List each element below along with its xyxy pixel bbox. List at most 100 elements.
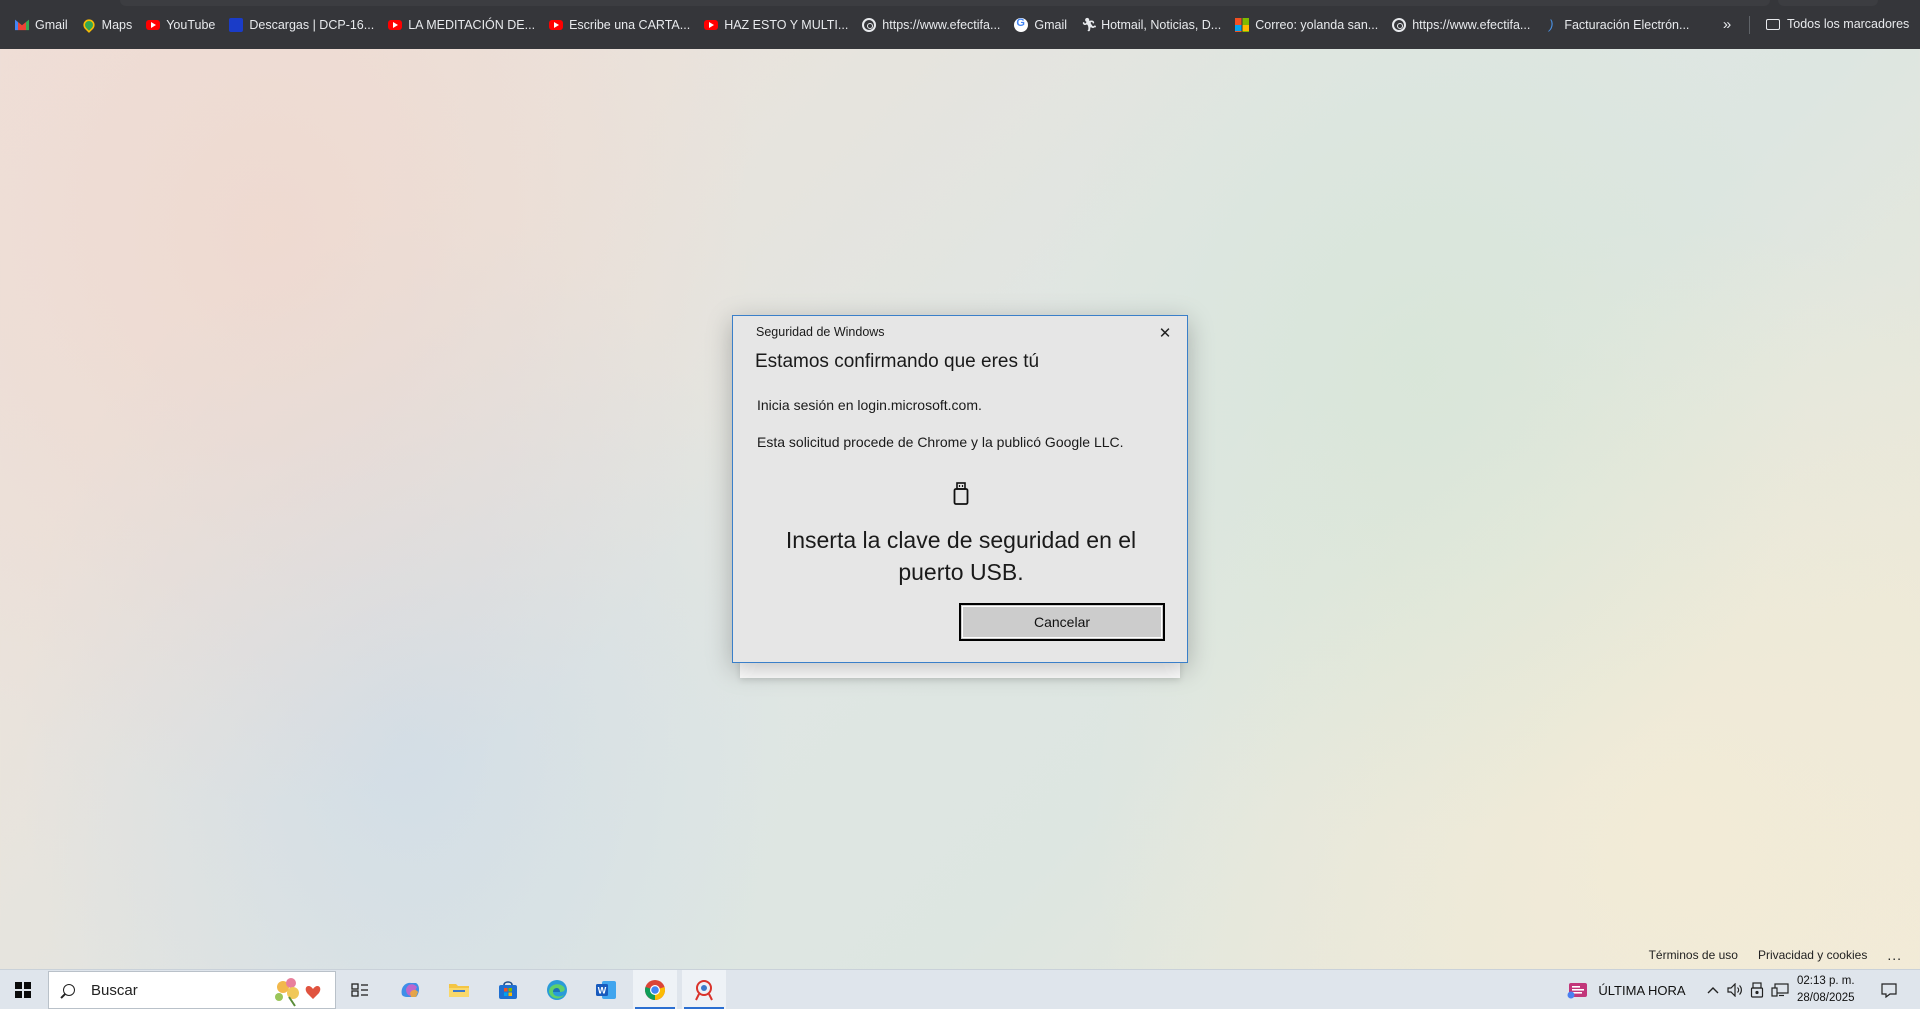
dialog-heading: Estamos confirmando que eres tú: [755, 351, 1040, 372]
bookmark-facturacion[interactable]: ) Facturación Electrón...: [1537, 11, 1696, 39]
bookmark-label: Facturación Electrón...: [1564, 17, 1690, 32]
google-icon: [1014, 17, 1029, 32]
bookmark-label: https://www.efectifa...: [882, 17, 1001, 32]
word-button[interactable]: W: [584, 970, 628, 1009]
bookmark-label: Hotmail, Noticias, D...: [1101, 17, 1222, 32]
security-key-app-button[interactable]: [682, 970, 726, 1009]
close-icon[interactable]: ✕: [1153, 321, 1177, 345]
folder-icon: [1766, 18, 1780, 30]
clock[interactable]: 02:13 p. m. 28/08/2025: [1797, 973, 1855, 1007]
bookmark-haz-esto[interactable]: HAZ ESTO Y MULTI...: [697, 11, 855, 39]
bookmark-youtube[interactable]: YouTube: [139, 11, 222, 39]
brother-icon: [229, 17, 244, 32]
bookmarks-bar: Gmail Maps YouTube Descargas | DCP-16...…: [0, 0, 1920, 49]
terms-link[interactable]: Términos de uso: [1649, 948, 1738, 962]
windows-icon: [15, 982, 31, 998]
security-app-icon: [695, 980, 713, 1001]
bookmarks-overflow-button[interactable]: »: [1713, 10, 1741, 38]
bookmark-label: YouTube: [166, 17, 216, 32]
news-label: ÚLTIMA HORA: [1598, 982, 1686, 998]
usb-device-button[interactable]: [1746, 970, 1768, 1009]
chrome-icon: [645, 980, 665, 1000]
privacy-link[interactable]: Privacidad y cookies: [1758, 948, 1867, 962]
task-view-icon: [351, 983, 368, 997]
bookmark-label: Descargas | DCP-16...: [249, 17, 375, 32]
svg-text:W: W: [598, 986, 607, 996]
bookmark-maps[interactable]: Maps: [75, 11, 140, 39]
chrome-button[interactable]: [633, 970, 677, 1009]
bookmark-label: Gmail: [35, 17, 68, 32]
bookmarks-separator: [1749, 16, 1750, 34]
copilot-icon: [401, 982, 419, 997]
notification-icon: [1881, 982, 1897, 998]
request-source-text: Esta solicitud procede de Chrome y la pu…: [757, 434, 1124, 450]
bookmark-correo[interactable]: Correo: yolanda san...: [1228, 11, 1385, 39]
usb-key-icon: [953, 482, 969, 505]
bookmark-gmail-google[interactable]: Gmail: [1007, 11, 1074, 39]
store-icon: [499, 981, 517, 999]
microsoft-icon: [1235, 17, 1250, 32]
edge-button[interactable]: [535, 970, 579, 1009]
dialog-title: Seguridad de Windows: [756, 325, 885, 339]
footer-links: Términos de uso Privacidad y cookies ...: [1649, 947, 1902, 963]
bookmark-label: Gmail: [1034, 17, 1068, 32]
copilot-button[interactable]: [388, 970, 432, 1009]
insert-key-instruction: Inserta la clave de seguridad en el puer…: [785, 527, 1137, 585]
bookmark-descargas[interactable]: Descargas | DCP-16...: [222, 11, 381, 39]
folder-icon: [449, 984, 469, 997]
search-icon: [63, 984, 75, 996]
tab-strip-edge-right: [1778, 0, 1878, 6]
microsoft-store-button[interactable]: [486, 970, 530, 1009]
maps-icon: [80, 16, 97, 33]
windows-security-dialog: Seguridad de Windows ✕ Estamos confirman…: [732, 315, 1188, 663]
bookmark-label: https://www.efectifa...: [1412, 17, 1531, 32]
msn-icon: 🏃︎: [1081, 16, 1098, 32]
bookmark-label: LA MEDITACIÓN DE...: [408, 17, 536, 32]
bookmarks-list: Gmail Maps YouTube Descargas | DCP-16...…: [0, 0, 1696, 49]
news-icon: [1567, 983, 1588, 999]
notifications-button[interactable]: [1874, 970, 1904, 1009]
word-icon: W: [596, 981, 616, 999]
bookmark-hotmail[interactable]: 🏃︎ Hotmail, Noticias, D...: [1074, 11, 1228, 39]
all-bookmarks-label: Todos los marcadores: [1787, 17, 1910, 31]
tab-strip-edge: [120, 0, 1770, 6]
bookmark-label: Escribe una CARTA...: [569, 17, 691, 32]
gmail-icon: [15, 19, 29, 31]
more-options-button[interactable]: ...: [1887, 947, 1902, 963]
cancel-button[interactable]: Cancelar: [959, 603, 1165, 641]
bookmark-efectifa-1[interactable]: https://www.efectifa...: [855, 11, 1007, 39]
bookmark-label: Correo: yolanda san...: [1255, 17, 1379, 32]
youtube-icon: [549, 19, 564, 30]
task-view-button[interactable]: [338, 970, 382, 1009]
bookmark-efectifa-2[interactable]: https://www.efectifa...: [1385, 11, 1537, 39]
news-widget[interactable]: ÚLTIMA HORA: [1556, 970, 1696, 1009]
youtube-icon: [146, 19, 161, 30]
speaker-icon: [1727, 983, 1742, 997]
bookmark-label: Maps: [101, 17, 133, 32]
efectifa-icon: [862, 17, 877, 32]
bookmark-gmail[interactable]: Gmail: [8, 11, 75, 39]
search-highlight-icon: [275, 978, 321, 1007]
edge-icon: [547, 980, 567, 1000]
bookmark-meditacion[interactable]: LA MEDITACIÓN DE...: [381, 11, 542, 39]
taskbar-search[interactable]: [48, 971, 336, 1009]
all-bookmarks-button[interactable]: Todos los marcadores: [1766, 10, 1909, 38]
bookmark-carta[interactable]: Escribe una CARTA...: [542, 11, 697, 39]
youtube-icon: [388, 19, 403, 30]
youtube-icon: [704, 19, 719, 30]
efectifa-icon: [1392, 17, 1407, 32]
network-icon: [1771, 983, 1789, 997]
network-button[interactable]: [1768, 970, 1792, 1009]
show-hidden-icons-button[interactable]: [1702, 970, 1724, 1009]
search-input[interactable]: [89, 980, 253, 1000]
facturacion-icon: ): [1549, 16, 1554, 32]
clock-time: 02:13 p. m.: [1797, 975, 1855, 987]
taskbar: W ÚLTIMA HORA: [0, 969, 1920, 1009]
file-explorer-button[interactable]: [437, 970, 481, 1009]
volume-button[interactable]: [1724, 970, 1746, 1009]
clock-date: 28/08/2025: [1797, 992, 1855, 1004]
bookmark-label: HAZ ESTO Y MULTI...: [724, 17, 849, 32]
start-button[interactable]: [0, 970, 46, 1009]
chevron-up-icon: [1707, 987, 1719, 994]
usb-device-icon: [1750, 982, 1764, 998]
